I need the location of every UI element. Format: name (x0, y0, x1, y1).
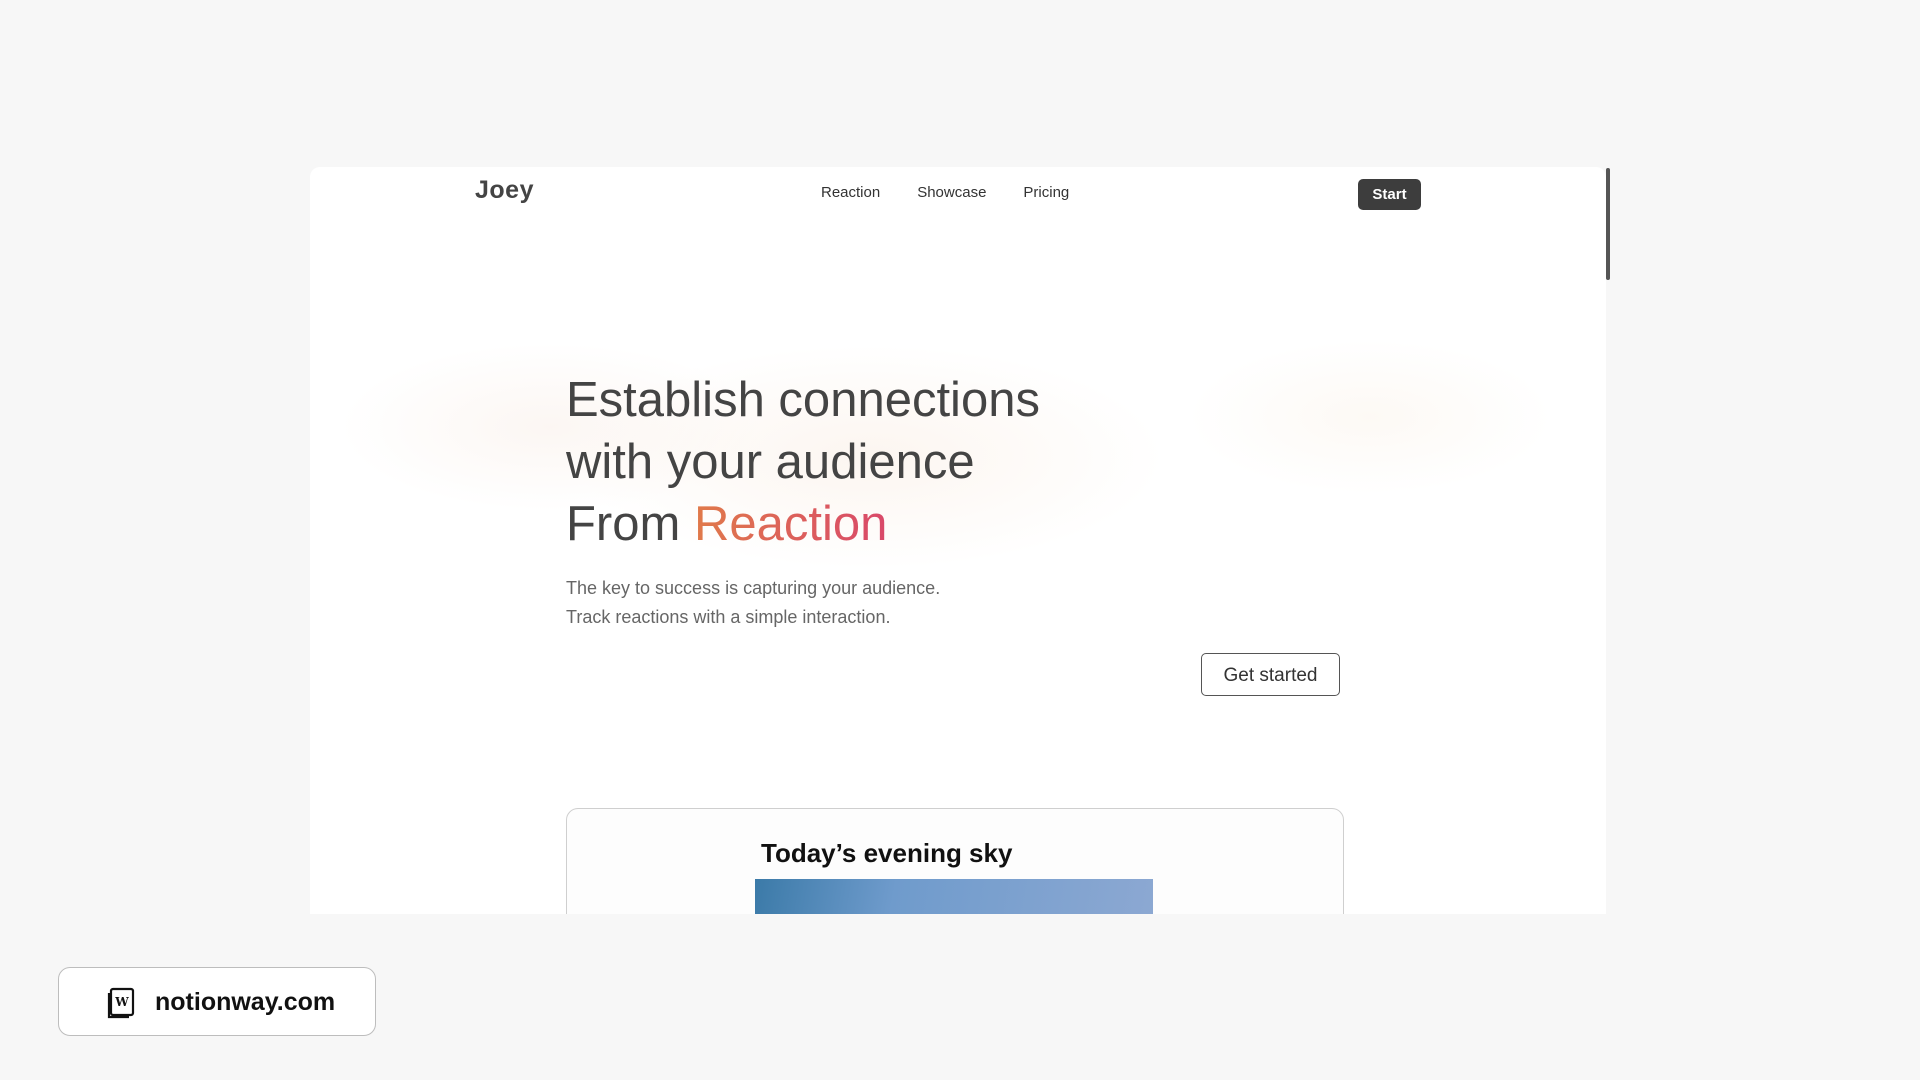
hero-headline: Establish connections with your audience… (566, 369, 1040, 555)
start-button[interactable]: Start (1358, 179, 1421, 210)
card-title: Today’s evening sky (761, 838, 1013, 868)
headline-line-1: Establish connections (566, 373, 1040, 427)
nav-links: Reaction Showcase Pricing (821, 184, 1106, 201)
headline-accent: Reaction (693, 497, 888, 551)
headline-prefix: From (566, 497, 694, 551)
preview-card: Today’s evening sky (566, 808, 1344, 914)
badge-text: notionway.com (155, 988, 336, 1016)
get-started-button[interactable]: Get started (1201, 653, 1340, 696)
notionway-logo-icon: W (107, 987, 135, 1019)
scrollbar-thumb[interactable] (1606, 168, 1610, 280)
nav-link-pricing[interactable]: Pricing (1023, 184, 1069, 201)
top-nav: Joey Reaction Showcase Pricing Start (310, 167, 1606, 227)
headline-line-2: with your audience (566, 435, 975, 489)
headline-line-3: From Reaction (566, 493, 1040, 555)
browser-frame: Joey Reaction Showcase Pricing Start Est… (310, 167, 1606, 914)
svg-text:W: W (114, 995, 129, 1009)
nav-link-showcase[interactable]: Showcase (917, 184, 986, 201)
hero-subtext: The key to success is capturing your aud… (566, 574, 940, 632)
nav-link-reaction[interactable]: Reaction (821, 184, 880, 201)
notionway-badge[interactable]: W notionway.com (58, 967, 376, 1036)
hero-subtext-line-2: Track reactions with a simple interactio… (566, 607, 891, 627)
evening-sky-image (755, 879, 1153, 914)
hero-subtext-line-1: The key to success is capturing your aud… (566, 578, 941, 598)
site-logo[interactable]: Joey (475, 176, 534, 205)
